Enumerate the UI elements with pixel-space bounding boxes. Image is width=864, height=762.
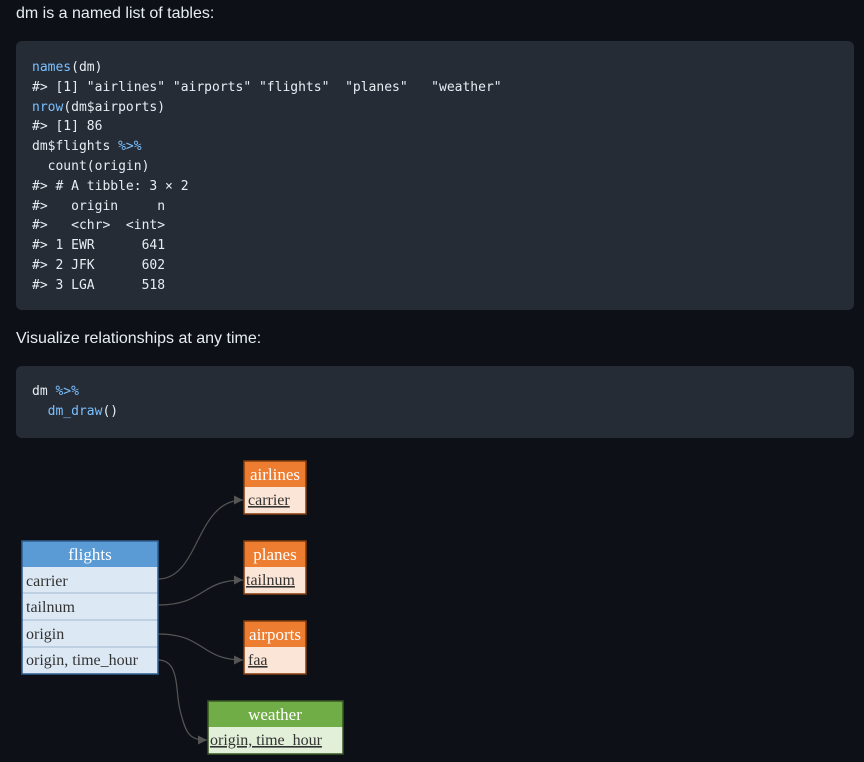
code-token: dm_draw (47, 403, 103, 419)
code-line: #> # A tibble: 3 × 2 (32, 177, 838, 197)
code-token: nrow (32, 99, 64, 115)
weather-table: weather origin, time_hour (207, 700, 344, 755)
code-token: dm (32, 384, 56, 399)
code-line: names(dm) (32, 58, 838, 78)
code-token: #> 1 EWR 641 (32, 238, 166, 254)
flights-title: flights (68, 545, 111, 564)
flights-row-tailnum: tailnum (26, 599, 75, 616)
relationship-diagram: flights carrier tailnum origin origin, t… (21, 460, 344, 755)
edge-tailnum-planes (157, 575, 244, 606)
code-token: dm$flights (32, 139, 119, 155)
flights-row-origin: origin (26, 626, 64, 643)
code-block-names[interactable]: names(dm) #> [1] "airlines" "airports" "f… (16, 41, 854, 310)
airports-table: airports faa (243, 620, 307, 675)
code-token: names (32, 60, 72, 75)
code-line: count(origin) (32, 157, 838, 177)
airports-key-faa: faa (248, 652, 268, 669)
intro-text: dm is a named list of tables: (16, 5, 215, 22)
code-token: %>% (55, 384, 79, 399)
code-token: #> 3 LGA 518 (32, 277, 166, 293)
code-line: #> origin n (32, 197, 838, 217)
planes-key-tailnum: tailnum (246, 572, 295, 589)
planes-table: planes tailnum (243, 540, 307, 595)
code-line: nrow(dm$airports) (32, 98, 838, 118)
code-token: #> <chr> <int> (32, 218, 166, 234)
code-token: #> # A tibble: 3 × 2 (32, 178, 189, 194)
weather-title: weather (248, 705, 302, 724)
airports-title: airports (249, 625, 301, 644)
weather-key-origin-time-hour: origin, time_hour (210, 732, 323, 749)
edge-origin-time-hour-weather (157, 659, 208, 745)
code-token: #> origin n (32, 198, 166, 214)
code-token: #> [1] 86 (32, 119, 103, 135)
visualize-text: Visualize relationships at any time: (16, 330, 262, 347)
airlines-key-carrier: carrier (248, 492, 290, 509)
code-line: #> <chr> <int> (32, 216, 838, 236)
planes-title: planes (253, 545, 296, 564)
code-line: #> [1] "airlines" "airports" "flights" "… (32, 78, 838, 98)
code-line: dm_draw() (32, 402, 838, 422)
code-line: #> 3 LGA 518 (32, 276, 838, 296)
flights-row-origin-time-hour: origin, time_hour (26, 652, 139, 669)
code-line: #> [1] 86 (32, 117, 838, 137)
code-line: dm$flights %>% (32, 137, 838, 157)
code-token: %>% (118, 139, 142, 155)
code-token: () (102, 403, 119, 419)
flights-row-carrier: carrier (26, 573, 68, 590)
code-token: count(origin) (32, 158, 150, 174)
airlines-title: airlines (250, 465, 300, 484)
code-block-dm-draw[interactable]: dm %>% dm_draw() (16, 366, 854, 438)
code-line: dm %>% (32, 382, 838, 402)
code-line: #> 1 EWR 641 (32, 236, 838, 256)
airlines-table: airlines carrier (243, 460, 307, 515)
edge-origin-airports (157, 633, 244, 665)
code-token: #> [1] "airlines" "airports" "flights" "… (32, 79, 502, 95)
code-token: (dm) (71, 60, 103, 75)
code-token: #> 2 JFK 602 (32, 257, 166, 273)
edge-carrier-airlines (157, 495, 244, 580)
code-token: (dm$airports) (63, 99, 166, 115)
code-line: #> 2 JFK 602 (32, 256, 838, 276)
flights-table: flights carrier tailnum origin origin, t… (21, 540, 159, 675)
